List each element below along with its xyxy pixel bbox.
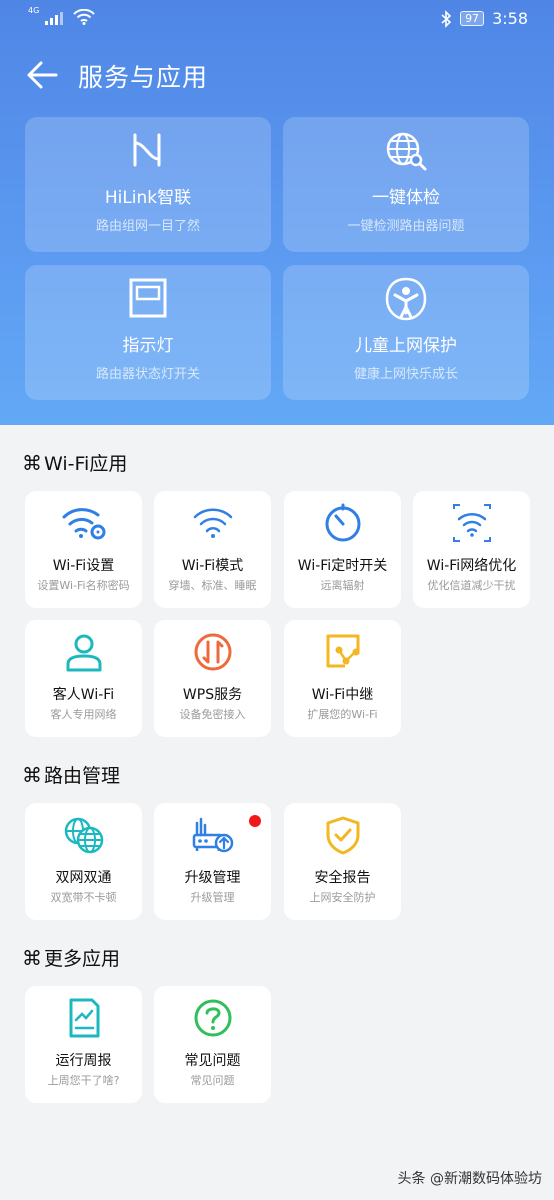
tile-subtitle: 客人专用网络 [50, 708, 117, 721]
card-title: 指示灯 [122, 336, 174, 356]
tile-subtitle: 设置Wi-Fi名称密码 [37, 579, 130, 592]
question-icon [194, 999, 231, 1037]
tile-subtitle: 常见问题 [190, 1074, 235, 1087]
hilink-card[interactable]: HiLink智联 路由组网一目了然 [25, 117, 271, 252]
tile-subtitle: 扩展您的Wi-Fi [307, 708, 378, 721]
tile-wps[interactable]: WPS服务 设备免密接入 [154, 620, 271, 737]
tile-title: 客人Wi-Fi [52, 687, 115, 703]
tile-subtitle: 穿墙、标准、睡眠 [168, 579, 257, 592]
tile-wifi-relay[interactable]: Wi-Fi中继 扩展您的Wi-Fi [284, 620, 401, 737]
back-arrow-icon [27, 61, 58, 89]
tile-upgrade[interactable]: 升级管理 升级管理 [154, 803, 271, 920]
health-check-card[interactable]: 一键体检 一键检测路由器问题 [283, 117, 529, 252]
tile-subtitle: 上周您干了啥? [47, 1074, 120, 1087]
tile-title: Wi-Fi设置 [52, 558, 115, 574]
card-title: HiLink智联 [104, 188, 192, 208]
hilink-icon [133, 133, 161, 167]
status-bar: 4G 97 3:58 [0, 0, 554, 38]
network-type: 4G [28, 6, 40, 15]
indicator-light-icon [129, 278, 167, 318]
tile-subtitle: 远离辐射 [320, 579, 365, 592]
signal-icon [45, 12, 64, 25]
tile-title: 常见问题 [184, 1053, 241, 1069]
tile-title: Wi-Fi网络优化 [426, 558, 517, 574]
tile-subtitle: 升级管理 [190, 891, 235, 904]
page-header: 服务与应用 [0, 52, 554, 98]
card-subtitle: 健康上网快乐成长 [353, 367, 458, 382]
section-title-wifi: ⌘ Wi-Fi应用 [22, 449, 127, 476]
card-subtitle: 路由组网一目了然 [95, 219, 200, 234]
tile-faq[interactable]: 常见问题 常见问题 [154, 986, 271, 1103]
tile-title: Wi-Fi定时开关 [297, 558, 388, 574]
tile-title: Wi-Fi模式 [181, 558, 244, 574]
tile-wifi-timer[interactable]: Wi-Fi定时开关 远离辐射 [284, 491, 401, 608]
guest-user-icon [66, 634, 101, 672]
child-protect-icon [385, 277, 427, 321]
section-glyph-icon: ⌘ [22, 945, 42, 970]
section-glyph-icon: ⌘ [22, 450, 42, 475]
tile-title: 运行周报 [55, 1053, 112, 1069]
wifi-optimize-icon [452, 504, 491, 542]
tile-wifi-optimize[interactable]: Wi-Fi网络优化 优化信道减少干扰 [413, 491, 530, 608]
tile-guest-wifi[interactable]: 客人Wi-Fi 客人专用网络 [25, 620, 142, 737]
tile-dual-network[interactable]: 双网双通 双宽带不卡顿 [25, 803, 142, 920]
watermark: 头条 @新潮数码体验坊 [397, 1171, 542, 1187]
tile-subtitle: 优化信道减少干扰 [427, 579, 516, 592]
tile-title: 安全报告 [314, 870, 371, 886]
tile-security-report[interactable]: 安全报告 上网安全防护 [284, 803, 401, 920]
dual-globe-icon [64, 817, 103, 854]
section-label: 更多应用 [44, 948, 121, 970]
wifi-status-icon [73, 9, 96, 25]
indicator-light-card[interactable]: 指示灯 路由器状态灯开关 [25, 265, 271, 400]
card-subtitle: 一键检测路由器问题 [347, 219, 465, 234]
section-label: 路由管理 [44, 765, 121, 787]
wifi-settings-icon [62, 508, 105, 540]
bluetooth-icon [441, 9, 452, 28]
child-protect-card[interactable]: 儿童上网保护 健康上网快乐成长 [283, 265, 529, 400]
tile-title: WPS服务 [182, 687, 243, 703]
weekly-report-icon [69, 998, 99, 1038]
card-subtitle: 路由器状态灯开关 [95, 367, 200, 382]
clock: 3:58 [492, 9, 528, 28]
tile-wifi-mode[interactable]: Wi-Fi模式 穿墙、标准、睡眠 [154, 491, 271, 608]
wifi-mode-icon [193, 508, 232, 538]
tile-subtitle: 设备免密接入 [179, 708, 246, 721]
tile-wifi-settings[interactable]: Wi-Fi设置 设置Wi-Fi名称密码 [25, 491, 142, 608]
wps-icon [194, 633, 231, 671]
section-glyph-icon: ⌘ [22, 762, 42, 787]
section-title-more: ⌘ 更多应用 [22, 944, 120, 971]
card-title: 儿童上网保护 [355, 336, 457, 356]
notification-badge [249, 815, 261, 827]
section-title-router: ⌘ 路由管理 [22, 761, 120, 788]
timer-icon [325, 503, 360, 542]
page-title: 服务与应用 [78, 63, 209, 92]
tile-title: 升级管理 [184, 870, 241, 886]
battery-indicator: 97 [460, 11, 485, 26]
card-title: 一键体检 [372, 188, 440, 208]
tile-title: Wi-Fi中继 [311, 687, 374, 703]
tile-subtitle: 双宽带不卡顿 [50, 891, 117, 904]
section-label: Wi-Fi应用 [44, 453, 128, 475]
wifi-relay-icon [326, 634, 359, 668]
back-button[interactable] [26, 60, 58, 90]
globe-search-icon [386, 132, 427, 171]
tile-weekly-report[interactable]: 运行周报 上周您干了啥? [25, 986, 142, 1103]
tile-title: 双网双通 [55, 870, 112, 886]
shield-check-icon [326, 816, 359, 855]
tile-subtitle: 上网安全防护 [309, 891, 376, 904]
router-upgrade-icon [192, 817, 233, 853]
